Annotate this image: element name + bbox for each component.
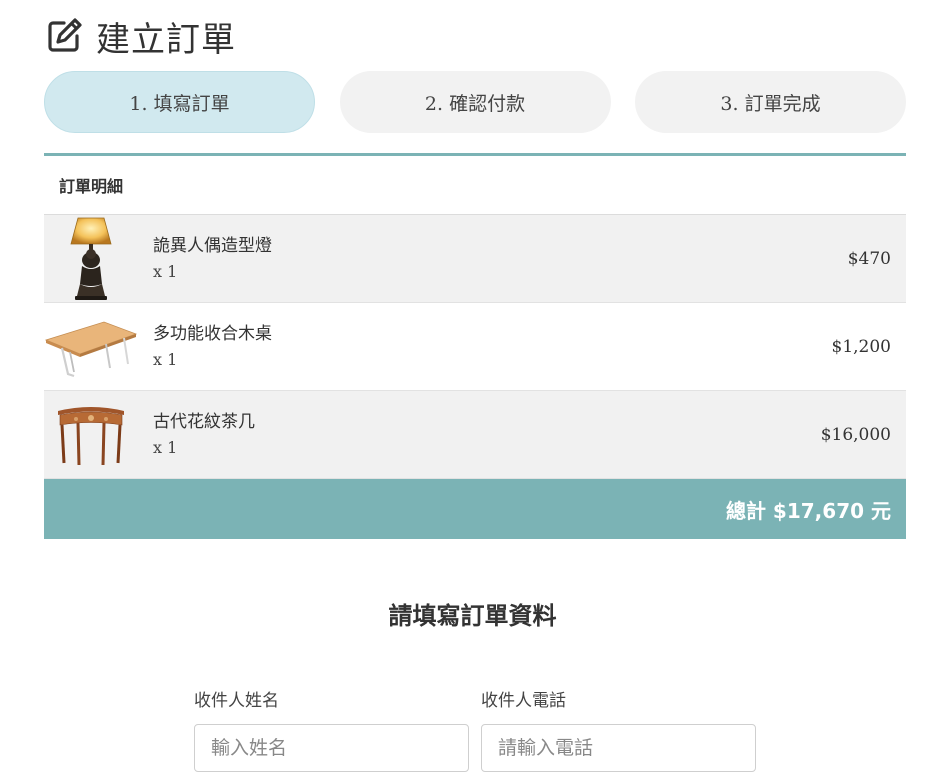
step-indicator: 1. 填寫訂單 2. 確認付款 3. 訂單完成 (44, 71, 906, 133)
folding-table-image (44, 303, 138, 391)
item-name: 多功能收合木桌 (153, 323, 272, 344)
item-price: $470 (847, 248, 891, 269)
order-total: 總計 $17,670 元 (44, 479, 906, 539)
recipient-phone-input[interactable] (481, 724, 756, 772)
item-name: 古代花紋茶几 (153, 411, 255, 432)
recipient-phone-field: 收件人電話 (481, 688, 756, 772)
item-quantity: x 1 (153, 349, 178, 369)
item-quantity: x 1 (153, 261, 178, 281)
console-table-image (44, 391, 138, 479)
item-quantity: x 1 (153, 437, 178, 457)
recipient-name-input[interactable] (194, 724, 469, 772)
order-details-heading: 訂單明細 (44, 156, 906, 215)
item-name: 詭異人偶造型燈 (153, 235, 272, 256)
item-price: $16,000 (820, 424, 891, 445)
recipient-phone-label: 收件人電話 (481, 691, 566, 711)
order-item: 古代花紋茶几 x 1 $16,000 (44, 391, 906, 479)
form-title: 請填寫訂單資料 (388, 601, 557, 630)
recipient-name-field: 收件人姓名 (194, 688, 469, 772)
page-title: 建立訂單 (96, 19, 236, 60)
page-header: 建立訂單 (44, 14, 236, 60)
edit-icon (44, 16, 84, 56)
order-details: 訂單明細 詭異人偶造型燈 x 1 $470 多功能收合木桌 x 1 $1,200… (44, 153, 906, 539)
step-confirm-payment[interactable]: 2. 確認付款 (339, 71, 611, 133)
order-item: 詭異人偶造型燈 x 1 $470 (44, 215, 906, 303)
step-fill-order[interactable]: 1. 填寫訂單 (44, 71, 315, 133)
step-order-complete[interactable]: 3. 訂單完成 (635, 71, 906, 133)
item-price: $1,200 (831, 336, 891, 357)
recipient-name-label: 收件人姓名 (194, 691, 279, 711)
lamp-image (44, 215, 138, 303)
order-item: 多功能收合木桌 x 1 $1,200 (44, 303, 906, 391)
